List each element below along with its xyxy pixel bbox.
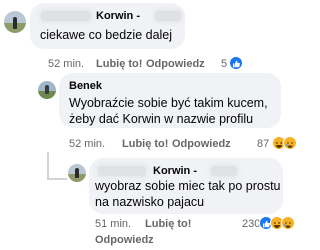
- comment-text: Wyobraźcie sobie być takim kucem,: [69, 96, 268, 110]
- redacted-name: [98, 166, 146, 176]
- comment-text: na nazwisko pajacu: [95, 195, 205, 209]
- comment-author[interactable]: Korwin -: [96, 10, 140, 22]
- like-icon: [229, 56, 243, 70]
- like-button[interactable]: Lubię to!: [122, 138, 168, 150]
- reply-button[interactable]: Odpowiedz: [172, 138, 231, 150]
- comment-text: ciekawe co bedzie dalej: [40, 28, 173, 42]
- crying-laugh-icon: [283, 136, 297, 150]
- comment-text: żeby dać Korwin w nazwie profilu: [69, 112, 254, 126]
- thread-line: [47, 178, 67, 180]
- redacted-name: [41, 11, 91, 21]
- reaction-count[interactable]: 87: [257, 138, 269, 150]
- avatar[interactable]: [4, 11, 26, 33]
- comment-timestamp[interactable]: 52 min.: [48, 58, 84, 70]
- comment-author[interactable]: Korwin -: [153, 165, 197, 177]
- reaction-count[interactable]: 5: [221, 58, 227, 70]
- reply-button[interactable]: Odpowiedz: [146, 58, 205, 70]
- thread-line: [47, 152, 49, 180]
- redacted-name: [211, 166, 237, 176]
- like-button[interactable]: Lubię to!: [96, 58, 142, 70]
- comment-text: wyobraz sobie miec tak po prostu: [95, 179, 281, 193]
- like-button[interactable]: Lubię to!: [145, 218, 191, 230]
- crying-laugh-icon: [281, 216, 295, 230]
- avatar[interactable]: [38, 81, 56, 99]
- redacted-name: [155, 11, 181, 21]
- comment-timestamp[interactable]: 51 min.: [95, 218, 131, 230]
- reply-button[interactable]: Odpowiedz: [95, 234, 154, 246]
- avatar[interactable]: [68, 164, 86, 182]
- comment-author[interactable]: Benek: [69, 80, 102, 92]
- comment-timestamp[interactable]: 52 min.: [69, 138, 105, 150]
- reaction-count[interactable]: 230: [242, 218, 260, 230]
